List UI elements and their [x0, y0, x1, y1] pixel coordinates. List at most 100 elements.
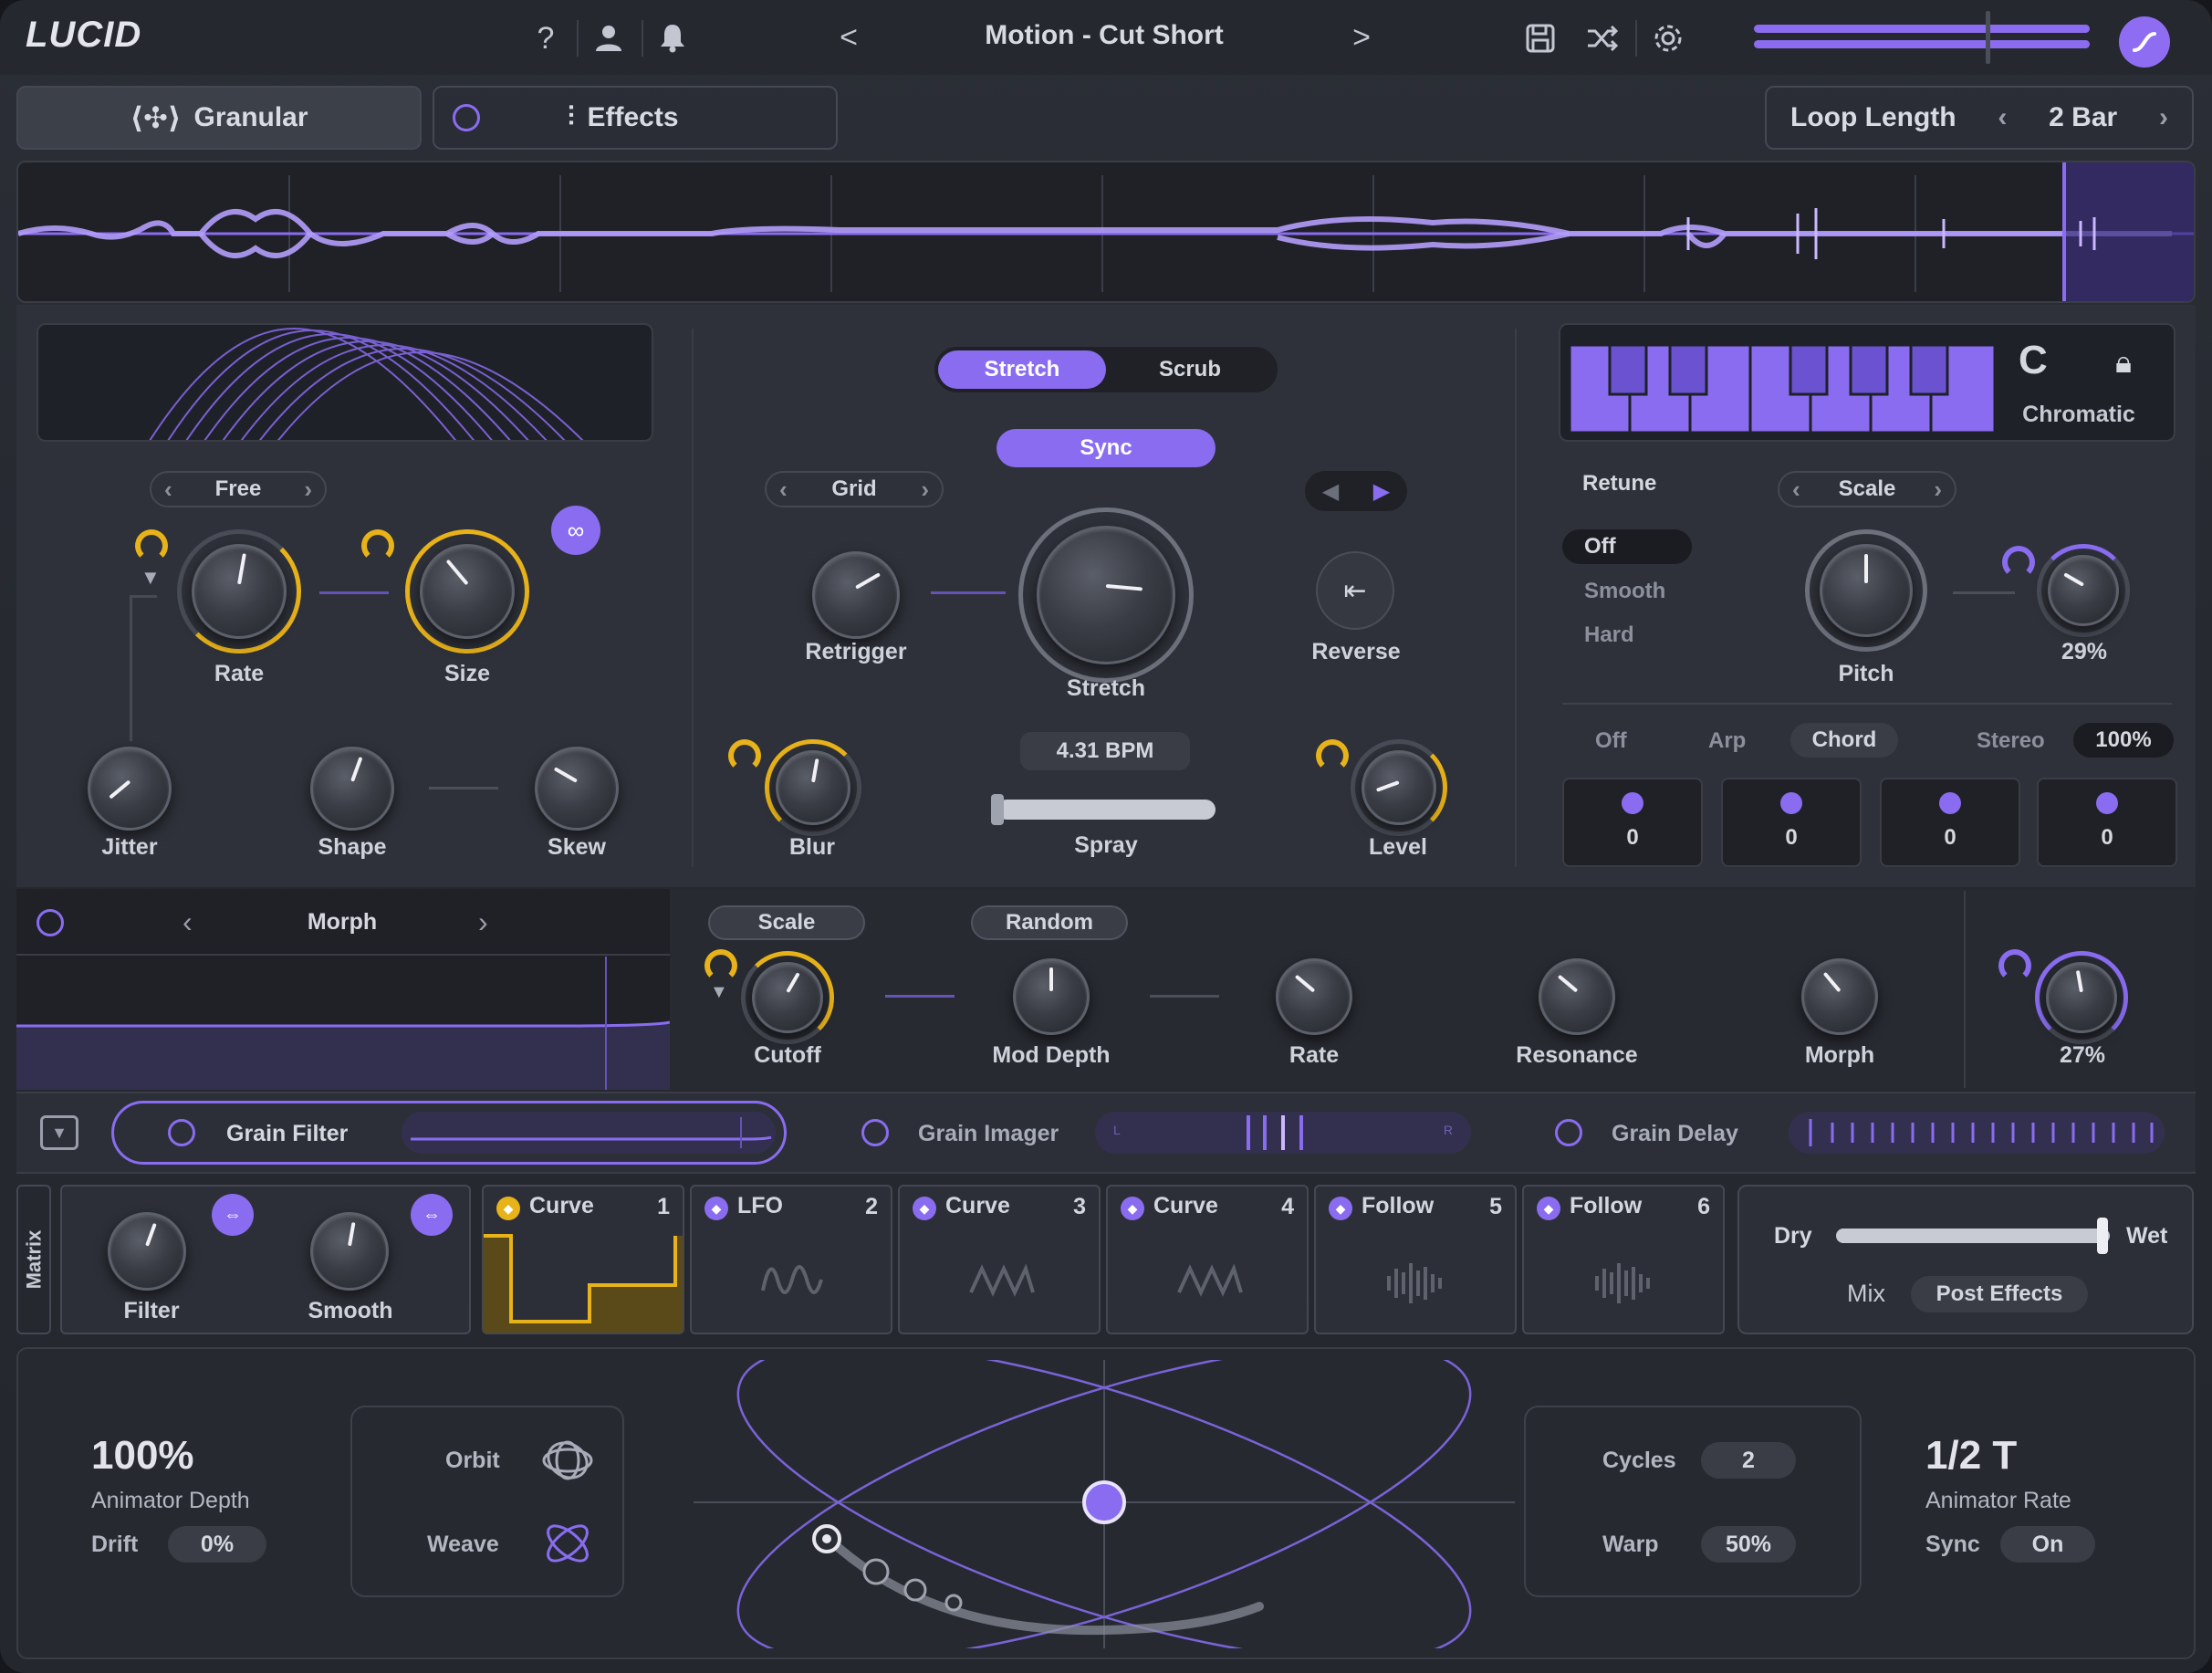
gear-icon[interactable] [1648, 18, 1688, 58]
loop-length-selector[interactable]: Loop Length ‹ 2 Bar › [1765, 86, 2194, 150]
slot-power-icon[interactable]: ◆ [1329, 1197, 1352, 1221]
mod-source-icon[interactable] [2002, 546, 2035, 579]
scale-next-icon[interactable]: › [1934, 476, 1942, 504]
warp-value[interactable]: 50% [1701, 1526, 1796, 1563]
scrub-mode-button[interactable]: Scrub [1106, 350, 1274, 389]
keyboard[interactable] [1568, 343, 1997, 434]
filter-power-icon[interactable] [37, 909, 64, 936]
shuffle-icon[interactable] [1582, 18, 1622, 58]
chord-voice-2[interactable]: 0 [1721, 778, 1862, 867]
grain-filter-power-icon[interactable] [168, 1119, 195, 1146]
root-key[interactable]: C [2019, 338, 2048, 383]
matrix-filter-knob[interactable] [108, 1212, 186, 1291]
grain-delay-power-icon[interactable] [1555, 1119, 1582, 1146]
mod-slot-2[interactable]: ◆ LFO 2 [690, 1185, 892, 1334]
mod-slot-1[interactable]: ◆ Curve 1 [482, 1185, 684, 1334]
filter-amount-knob[interactable] [2046, 962, 2117, 1033]
scale-button[interactable]: Scale [708, 905, 865, 940]
user-icon[interactable] [589, 16, 629, 58]
logo-badge-icon[interactable] [2119, 16, 2170, 68]
jitter-knob[interactable] [88, 747, 172, 831]
spray-slider[interactable] [996, 800, 1216, 820]
mod-slot-5[interactable]: ◆ Follow 5 [1314, 1185, 1517, 1334]
pitch-knob[interactable] [1820, 544, 1913, 637]
grid-prev-icon[interactable]: ‹ [779, 476, 788, 504]
retune-smooth[interactable]: Smooth [1584, 579, 1665, 604]
slot-power-icon[interactable]: ◆ [496, 1197, 520, 1221]
save-icon[interactable] [1520, 18, 1560, 58]
bell-icon[interactable] [652, 16, 693, 58]
animator-orbit-display[interactable] [694, 1343, 1515, 1662]
mod-source-icon[interactable] [1316, 739, 1349, 772]
expand-arrow-icon[interactable]: ▼ [141, 566, 161, 590]
reverse-icon[interactable]: ⇤ [1316, 551, 1394, 630]
swap-icon[interactable]: ⇔ [411, 1194, 453, 1236]
slot-power-icon[interactable]: ◆ [704, 1197, 728, 1221]
mod-source-icon[interactable] [728, 739, 761, 772]
slot-power-icon[interactable]: ◆ [913, 1197, 936, 1221]
mode-next-icon[interactable]: › [304, 476, 312, 504]
matrix-tab[interactable]: Matrix [16, 1185, 51, 1334]
chord-voice-3[interactable]: 0 [1880, 778, 2020, 867]
spray-slider-handle[interactable] [991, 794, 1004, 825]
animator-sync-value[interactable]: On [2000, 1526, 2095, 1563]
output-level-handle[interactable] [1986, 11, 1990, 64]
level-knob[interactable] [1362, 750, 1436, 825]
play-backward-icon[interactable]: ◀ [1322, 478, 1339, 505]
mod-slot-4[interactable]: ◆ Curve 4 [1106, 1185, 1309, 1334]
slot-power-icon[interactable]: ◆ [1121, 1197, 1144, 1221]
voice-mode-arp[interactable]: Arp [1708, 728, 1746, 754]
chord-voice-4[interactable]: 0 [2037, 778, 2177, 867]
expand-arrow-icon[interactable]: ▼ [710, 982, 728, 1003]
dry-wet-handle[interactable] [2097, 1218, 2108, 1254]
size-knob[interactable] [420, 544, 515, 639]
grain-imager-power-icon[interactable] [861, 1119, 889, 1146]
prev-preset-button[interactable]: < [830, 16, 867, 58]
voice-mode-off[interactable]: Off [1595, 728, 1627, 754]
collapse-icon[interactable]: ▼ [40, 1115, 78, 1150]
filter-type[interactable]: Morph [265, 909, 420, 936]
dry-wet-slider[interactable] [1836, 1229, 2110, 1243]
matrix-smooth-knob[interactable] [310, 1212, 389, 1291]
shape-knob[interactable] [310, 747, 394, 831]
play-forward-icon[interactable]: ▶ [1373, 478, 1390, 505]
animator-depth-value[interactable]: 100% [91, 1433, 194, 1479]
power-icon[interactable] [453, 104, 480, 131]
sync-button[interactable]: Sync [996, 429, 1216, 467]
cycles-value[interactable]: 2 [1701, 1442, 1796, 1479]
filter-rate-knob[interactable] [1276, 958, 1352, 1035]
retune-off[interactable]: Off [1562, 529, 1692, 564]
mod-source-icon[interactable] [1998, 949, 2031, 982]
filter-next-icon[interactable]: › [478, 905, 488, 939]
blur-knob[interactable] [776, 750, 850, 825]
loop-prev-icon[interactable]: ‹ [1998, 102, 2007, 133]
mod-source-icon[interactable] [361, 529, 394, 562]
morph-knob[interactable] [1801, 958, 1878, 1035]
grid-next-icon[interactable]: › [921, 476, 929, 504]
retune-hard[interactable]: Hard [1584, 622, 1634, 648]
preset-name[interactable]: Motion - Cut Short [876, 20, 1332, 51]
mod-slot-3[interactable]: ◆ Curve 3 [898, 1185, 1101, 1334]
skew-knob[interactable] [535, 747, 619, 831]
filter-prev-icon[interactable]: ‹ [183, 905, 193, 939]
animator-rate-value[interactable]: 1/2 T [1925, 1433, 2017, 1479]
waveform-display[interactable] [16, 161, 2196, 303]
grain-mode-selector[interactable]: ‹ Free › [150, 471, 327, 507]
drift-value[interactable]: 0% [168, 1526, 266, 1563]
mod-depth-knob[interactable] [1013, 958, 1090, 1035]
orbit-icon[interactable] [540, 1438, 595, 1482]
swap-icon[interactable]: ⇔ [212, 1194, 254, 1236]
mod-source-icon[interactable] [135, 529, 168, 562]
slot-power-icon[interactable]: ◆ [1537, 1197, 1560, 1221]
resonance-knob[interactable] [1539, 958, 1615, 1035]
mode-prev-icon[interactable]: ‹ [164, 476, 172, 504]
scale-selector[interactable]: ‹ Scale › [1778, 471, 1956, 507]
cutoff-knob[interactable] [752, 962, 823, 1033]
voice-mode-chord[interactable]: Chord [1790, 723, 1898, 758]
help-icon[interactable]: ? [527, 18, 564, 58]
chord-voice-1[interactable]: 0 [1562, 778, 1703, 867]
scale-prev-icon[interactable]: ‹ [1792, 476, 1800, 504]
stretch-knob[interactable] [1037, 526, 1175, 664]
mod-source-icon[interactable] [704, 949, 737, 982]
stretch-mode-button[interactable]: Stretch [938, 350, 1106, 389]
